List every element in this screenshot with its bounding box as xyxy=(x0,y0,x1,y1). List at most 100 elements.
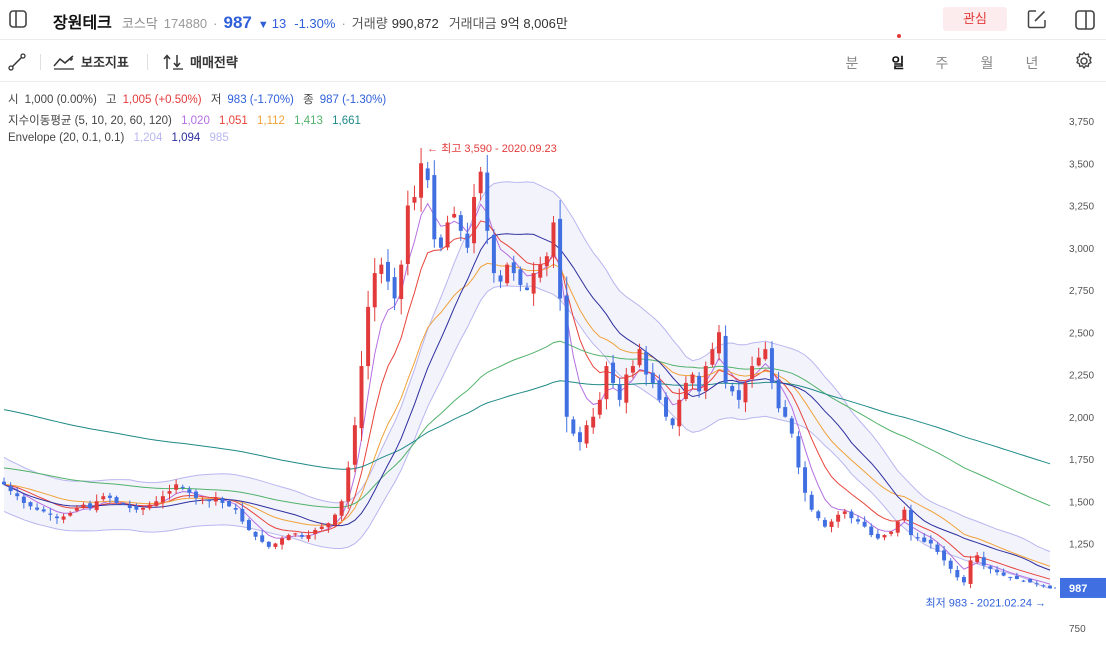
candle xyxy=(458,211,463,242)
strategy-button[interactable]: 매매전략 xyxy=(162,52,238,71)
candle xyxy=(829,519,834,533)
edit-icon[interactable] xyxy=(1027,9,1047,29)
indicator-label: 보조지표 xyxy=(81,55,129,70)
chart-toolbar: 보조지표 매매전략 분 일 주 월 년 xyxy=(0,41,1106,82)
candle xyxy=(875,529,880,540)
ohlc-legend: 시 1,000 (0.00%) 고 1,005 (+0.50%) 저 983 (-1.… xyxy=(8,91,392,107)
gear-icon[interactable] xyxy=(1074,51,1094,71)
open-label: 시 xyxy=(8,94,19,106)
open-value: 1,000 (0.00%) xyxy=(24,94,97,106)
candle xyxy=(889,531,894,537)
candle xyxy=(399,260,404,315)
y-tick-label: 2,750 xyxy=(1069,286,1094,297)
side-panel-icon[interactable] xyxy=(9,10,27,28)
candle xyxy=(253,531,258,541)
envelope-band xyxy=(4,181,1050,589)
period-year[interactable]: 년 xyxy=(1022,53,1042,73)
candle xyxy=(518,266,523,292)
candle xyxy=(789,415,794,438)
close-value: 987 (-1.30%) xyxy=(319,94,387,106)
down-arrow-icon: ▼ xyxy=(257,19,269,31)
candle xyxy=(425,161,430,189)
low-annotation: 최저 983 - 2021.02.24 → xyxy=(925,597,1046,610)
candle xyxy=(505,262,510,286)
envelope-mid-value: 1,094 xyxy=(171,132,201,144)
candle xyxy=(591,407,596,434)
candle xyxy=(836,510,841,528)
ema20-value: 1,112 xyxy=(257,115,285,127)
candle xyxy=(1028,578,1033,583)
envelope-legend-label: Envelope (20, 0.1, 0.1) xyxy=(8,132,125,144)
envelope-lower-value: 985 xyxy=(209,132,229,144)
candle xyxy=(796,431,801,475)
ema-legend: 지수이동평균 (5, 10, 20, 60, 120) 1,020 1,051 … xyxy=(8,112,367,128)
separator: · xyxy=(213,16,218,31)
candlestick-chart[interactable]: 750 1,250 1,500 1,750 2,000 2,250 2,500 2,750 3,… xyxy=(0,83,1106,655)
candle xyxy=(385,249,390,290)
active-period-dot xyxy=(897,34,901,38)
low-label: 저 xyxy=(210,94,222,106)
ema-120-line xyxy=(3,380,1051,470)
price-chart[interactable]: 750 1,250 1,500 1,750 2,000 2,250 2,500 2,750 3,… xyxy=(0,83,1106,655)
candle xyxy=(769,341,774,390)
candle xyxy=(478,166,483,201)
candle xyxy=(571,416,576,437)
toolbar-divider xyxy=(40,54,41,70)
candle xyxy=(803,461,808,502)
ema120-value: 1,661 xyxy=(332,115,361,127)
candle xyxy=(564,276,569,433)
candle xyxy=(710,342,715,368)
candle xyxy=(617,377,622,407)
y-tick-label: 2,000 xyxy=(1069,413,1094,424)
ema-legend-label: 지수이동평균 (5, 10, 20, 60, 120) xyxy=(8,115,172,127)
candle xyxy=(809,491,814,512)
candle xyxy=(432,160,437,248)
high-annotation: ← 최고 3,590 - 2020.09.23 xyxy=(427,142,557,155)
candle xyxy=(260,530,265,544)
strategy-icon xyxy=(163,53,183,70)
period-week[interactable]: 주 xyxy=(932,53,952,73)
period-month[interactable]: 월 xyxy=(977,53,997,73)
toolbar-divider xyxy=(147,54,148,70)
indicator-icon xyxy=(53,54,74,70)
current-price-tag-label: 987 xyxy=(1069,583,1087,595)
envelope-legend: Envelope (20, 0.1, 0.1) 1,204 1,094 985 xyxy=(8,132,235,144)
stock-title-row: 장원테크 코스닥 174880 · 987 ▼ 13 -1.30% · 거래량 … xyxy=(53,9,568,33)
y-tick-label: 1,500 xyxy=(1069,497,1094,508)
candle xyxy=(366,290,371,380)
candle xyxy=(273,542,278,550)
strategy-label: 매매전략 xyxy=(190,55,238,70)
candle xyxy=(246,518,251,532)
y-tick-label: 3,250 xyxy=(1069,202,1094,213)
period-minute[interactable]: 분 xyxy=(842,53,862,73)
candle xyxy=(266,541,271,549)
envelope-lower-line xyxy=(3,285,1051,589)
candle xyxy=(577,426,582,451)
candle xyxy=(723,325,728,389)
candle xyxy=(822,517,827,528)
candle xyxy=(405,190,410,276)
candle xyxy=(670,417,675,429)
candle xyxy=(452,206,457,219)
y-tick-label: 3,500 xyxy=(1069,159,1094,170)
ema60-value: 1,413 xyxy=(294,115,323,127)
y-tick-label: 2,500 xyxy=(1069,328,1094,339)
candle xyxy=(895,520,900,537)
stock-name: 장원테크 xyxy=(53,15,112,32)
price-change: 13 xyxy=(271,16,287,31)
candle xyxy=(624,367,629,414)
candle xyxy=(882,534,887,541)
price-change-pct: -1.30% xyxy=(294,16,336,31)
ema5-value: 1,020 xyxy=(181,115,210,127)
watch-button[interactable]: 관심 xyxy=(943,7,1007,31)
candle xyxy=(472,184,477,254)
indicator-button[interactable]: 보조지표 xyxy=(53,52,129,71)
close-label: 종 xyxy=(303,94,314,106)
split-layout-icon[interactable] xyxy=(1075,10,1095,30)
candle xyxy=(412,185,417,211)
candle xyxy=(1021,579,1026,582)
candle xyxy=(597,392,602,419)
high-value: 1,005 (+0.50%) xyxy=(122,94,202,106)
period-day[interactable]: 일 xyxy=(888,53,908,73)
draw-line-icon[interactable] xyxy=(8,53,26,71)
